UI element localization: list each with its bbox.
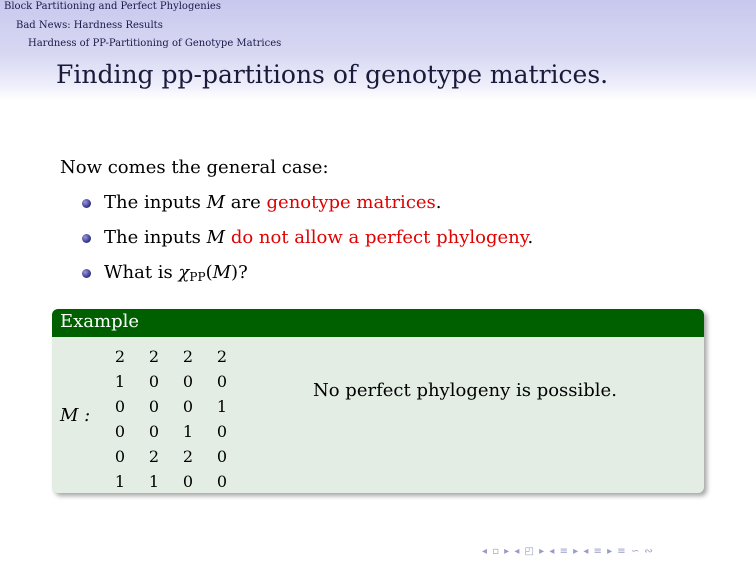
matrix-row: 2 2 2 2: [110, 347, 240, 372]
matrix-cell: 1: [114, 472, 126, 491]
matrix-row: 0 0 1 0: [110, 422, 240, 447]
nav-section-link[interactable]: Block Partitioning and Perfect Phylogeni…: [4, 1, 221, 12]
matrix-cell: 0: [216, 422, 228, 441]
matrix-cell: 0: [216, 472, 228, 491]
matrix-cell: 2: [182, 347, 194, 366]
matrix-cell: 0: [182, 472, 194, 491]
genotype-matrix: 2 2 2 2 1 0 0 0 0 0 0 1 0 0 1 0 0 2 2 0: [110, 347, 240, 493]
matrix-row: 1 1 0 0: [110, 472, 240, 493]
nav-subsection-link[interactable]: Bad News: Hardness Results: [16, 20, 163, 31]
matrix-cell: 0: [148, 397, 160, 416]
matrix-cell: 1: [148, 472, 160, 491]
matrix-cell: 0: [216, 372, 228, 391]
frame-title: Finding pp-partitions of genotype matric…: [56, 60, 609, 89]
matrix-cell: 0: [216, 447, 228, 466]
matrix-cell: 2: [182, 447, 194, 466]
matrix-cell: 0: [114, 397, 126, 416]
matrix-cell: 0: [114, 447, 126, 466]
matrix-cell: 0: [148, 372, 160, 391]
bullet-item: The inputs M are genotype matrices.: [82, 192, 442, 213]
bullet-icon: [82, 234, 91, 243]
matrix-row: 0 2 2 0: [110, 447, 240, 472]
matrix-cell: 0: [148, 422, 160, 441]
highlight-text: genotype matrices: [266, 192, 436, 213]
matrix-row: 1 0 0 0: [110, 372, 240, 397]
matrix-cell: 2: [216, 347, 228, 366]
matrix-cell: 0: [182, 397, 194, 416]
header-bar: Block Partitioning and Perfect Phylogeni…: [0, 0, 756, 100]
matrix-cell: 1: [216, 397, 228, 416]
bullet-item: The inputs M do not allow a perfect phyl…: [82, 227, 533, 248]
intro-text: Now comes the general case:: [60, 157, 329, 178]
matrix-cell: 1: [182, 422, 194, 441]
matrix-label: M :: [60, 405, 91, 426]
matrix-cell: 1: [114, 372, 126, 391]
highlight-text: do not allow a perfect phylogeny: [230, 227, 528, 248]
matrix-cell: 2: [148, 347, 160, 366]
bullet-item: What is χPP(M)?: [82, 262, 248, 284]
matrix-cell: 2: [114, 347, 126, 366]
beamer-navigation-icons[interactable]: ◂ ▫ ▸ ◂ ◰ ▸ ◂ ≡ ▸ ◂ ≡ ▸ ≡ ∽ ∾: [482, 546, 654, 557]
matrix-cell: 0: [182, 372, 194, 391]
nav-subsubsection-link[interactable]: Hardness of PP-Partitioning of Genotype …: [28, 38, 281, 49]
matrix-cell: 0: [114, 422, 126, 441]
matrix-row: 0 0 0 1: [110, 397, 240, 422]
bullet-icon: [82, 199, 91, 208]
example-block-title: Example: [52, 309, 704, 337]
example-note: No perfect phylogeny is possible.: [313, 380, 617, 401]
bullet-icon: [82, 269, 91, 278]
matrix-cell: 2: [148, 447, 160, 466]
example-block: Example M : 2 2 2 2 1 0 0 0 0 0 0 1 0 0 …: [52, 309, 704, 493]
